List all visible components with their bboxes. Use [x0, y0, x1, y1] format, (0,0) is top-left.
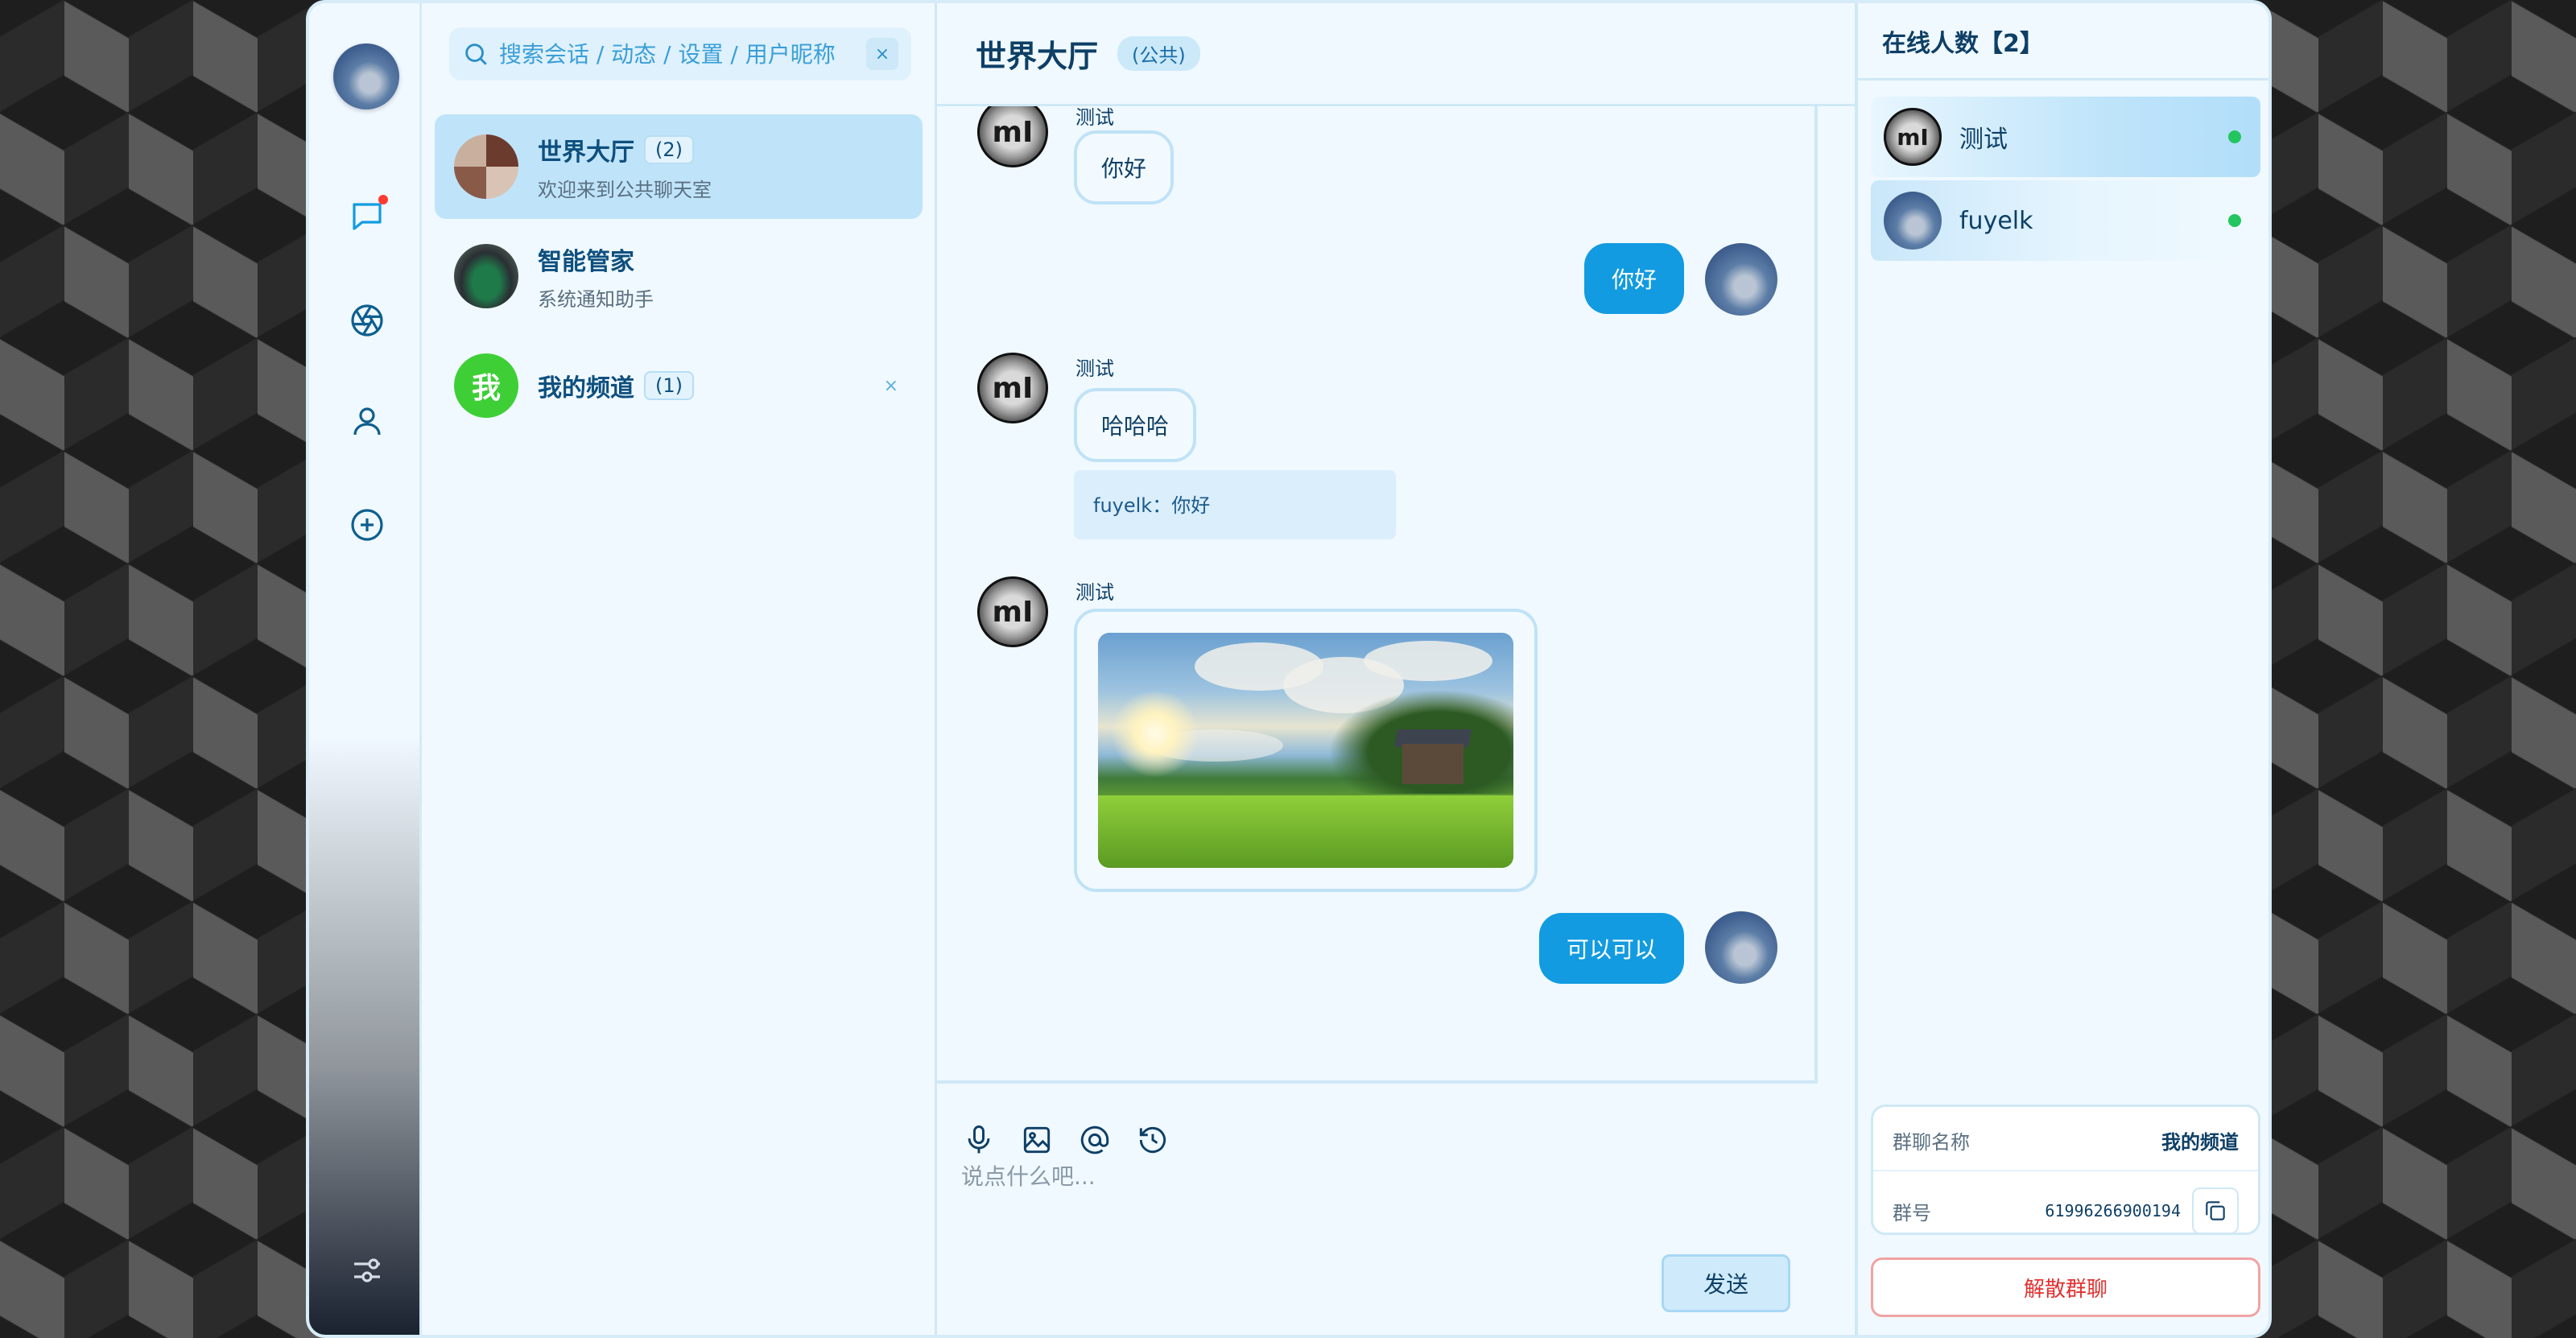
message-bubble[interactable]: 哈哈哈	[1074, 388, 1197, 462]
message-bubble[interactable]: 你好	[1074, 130, 1174, 204]
search-input[interactable]	[499, 40, 866, 68]
conversation-subtitle: 系统通知助手	[538, 287, 654, 311]
message-bubble-me[interactable]: 可以可以	[1538, 913, 1684, 984]
member-name: 测试	[1959, 126, 2008, 154]
member-avatar	[1884, 192, 1942, 250]
left-rail	[309, 3, 422, 1335]
member-item[interactable]: fuyelk	[1871, 180, 2260, 261]
chat-type-tag: (公共)	[1117, 36, 1200, 71]
user-icon[interactable]	[345, 399, 390, 444]
chat-header: 世界大厅 (公共)	[937, 3, 1855, 106]
my-channel-avatar: 我	[454, 353, 518, 418]
quoted-message[interactable]: fuyelk：你好	[1074, 470, 1396, 539]
image-icon[interactable]	[1019, 1122, 1058, 1161]
message-list[interactable]: 测试 你好 你好 测试 哈哈哈 fuyelk：你好 测试	[937, 106, 1818, 1084]
my-message-avatar[interactable]	[1705, 243, 1777, 316]
assistant-avatar	[454, 244, 518, 308]
conversation-title: 世界大厅	[538, 138, 634, 167]
at-icon[interactable]	[1077, 1122, 1116, 1161]
composer: 发送	[937, 1084, 1818, 1335]
chat-icon[interactable]	[345, 193, 390, 238]
conversation-item-my-channel[interactable]: 我 我的频道 (1) ×	[435, 333, 923, 438]
chat-panel: 世界大厅 (公共) 测试 你好 你好 测试 哈哈哈 fuyelk：你好 测试	[937, 3, 1855, 1335]
group-name-value: 我的频道	[2161, 1131, 2239, 1154]
notification-dot	[378, 195, 388, 204]
group-name-label: 群聊名称	[1893, 1131, 1970, 1154]
search-bar: ×	[449, 27, 911, 81]
aperture-icon[interactable]	[345, 298, 390, 343]
online-count-header: 在线人数【2】	[1858, 3, 2268, 81]
image-message-bubble[interactable]	[1074, 609, 1538, 892]
sender-name: 测试	[1075, 106, 1114, 129]
right-panel: 在线人数【2】 测试 fuyelk 群聊名称 我的频道 群号 619962669…	[1855, 3, 2268, 1335]
chat-title: 世界大厅	[976, 39, 1099, 74]
member-item[interactable]: 测试	[1871, 97, 2260, 177]
my-message-avatar[interactable]	[1705, 911, 1777, 984]
unread-count-badge: (2)	[644, 134, 694, 164]
avatar-text: 我	[471, 372, 501, 405]
group-info-card: 群聊名称 我的频道 群号 61996266900194	[1871, 1105, 2260, 1235]
divider	[1873, 1170, 2258, 1171]
member-name: fuyelk	[1959, 206, 2033, 235]
search-icon	[465, 43, 487, 65]
group-id-value: 61996266900194	[2045, 1201, 2181, 1220]
conversation-subtitle: 欢迎来到公共聊天室	[538, 178, 712, 201]
world-hall-avatar	[454, 134, 518, 199]
plus-circle-icon[interactable]	[345, 502, 390, 547]
message-bubble-me[interactable]: 你好	[1583, 243, 1684, 314]
message-input[interactable]	[961, 1159, 1790, 1264]
send-button[interactable]: 发送	[1662, 1254, 1790, 1312]
copy-icon[interactable]	[2192, 1187, 2239, 1234]
conversation-item-world-hall[interactable]: 世界大厅 (2) 欢迎来到公共聊天室	[435, 114, 923, 219]
conversation-title: 我的频道	[538, 374, 634, 403]
online-status-dot	[2228, 214, 2241, 227]
sender-name: 测试	[1075, 581, 1114, 604]
landscape-photo[interactable]	[1098, 633, 1513, 868]
close-icon[interactable]: ×	[884, 376, 898, 396]
online-status-dot	[2228, 130, 2241, 143]
conversation-title: 智能管家	[538, 247, 634, 276]
search-clear-button[interactable]: ×	[866, 38, 898, 70]
microphone-icon[interactable]	[961, 1122, 1000, 1161]
my-avatar[interactable]	[333, 43, 399, 109]
group-id-label: 群号	[1893, 1201, 1931, 1224]
conversation-item-assistant[interactable]: 智能管家 系统通知助手	[435, 224, 923, 328]
history-icon[interactable]	[1135, 1122, 1174, 1161]
conversation-list: × 世界大厅 (2) 欢迎来到公共聊天室 智能管家 系统通知助手 我	[422, 3, 937, 1335]
sender-avatar[interactable]	[977, 353, 1048, 423]
app-window: × 世界大厅 (2) 欢迎来到公共聊天室 智能管家 系统通知助手 我	[306, 0, 2272, 1338]
member-avatar	[1884, 108, 1942, 166]
settings-sliders-icon[interactable]	[345, 1248, 390, 1293]
sender-avatar[interactable]	[977, 106, 1048, 167]
unread-count-badge: (1)	[644, 371, 694, 400]
sender-avatar[interactable]	[977, 576, 1048, 647]
sender-name: 测试	[1075, 357, 1114, 380]
dissolve-group-button[interactable]: 解散群聊	[1871, 1257, 2260, 1317]
